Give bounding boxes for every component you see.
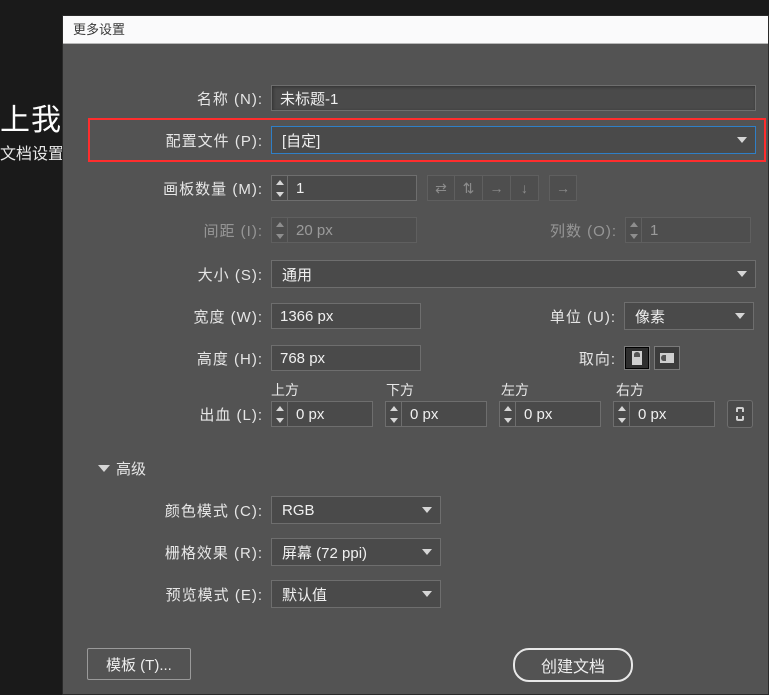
chevron-down-icon [422,507,432,513]
color-mode-dropdown[interactable]: RGB [271,496,441,524]
orientation-portrait-button[interactable] [624,346,650,370]
preview-mode-dropdown[interactable]: 默认值 [271,580,441,608]
more-settings-dialog: 更多设置 名称 (N): 配置文件 (P): [自定] 画板数量 (M): [62,15,769,695]
bleed-right-input[interactable] [629,401,715,427]
bleed-top-spinner[interactable] [271,401,287,427]
profile-value: [自定] [282,130,320,151]
raster-effects-value: 屏幕 (72 ppi) [282,542,367,563]
link-icon [734,406,746,422]
bleed-top-header: 上方 [271,380,386,400]
bleed-label: 出血 (L): [63,404,263,425]
chevron-down-icon [737,137,747,143]
name-label: 名称 (N): [63,88,263,109]
spacing-label: 间距 (I): [63,220,263,241]
preview-mode-value: 默认值 [282,584,327,605]
bleed-bottom-spinner[interactable] [385,401,401,427]
bleed-top-input[interactable] [287,401,373,427]
height-label: 高度 (H): [63,348,263,369]
name-input[interactable] [271,85,756,111]
arrange-col-icon[interactable]: ↓ [511,175,539,201]
welcome-subtext: 文档设置 [0,140,64,164]
grid-by-col-icon[interactable]: ⇅ [455,175,483,201]
bleed-left-input[interactable] [515,401,601,427]
bleed-right-spinner[interactable] [613,401,629,427]
cols-input [641,217,751,243]
bleed-left-spinner[interactable] [499,401,515,427]
chevron-down-icon [737,271,747,277]
landscape-icon [660,353,674,363]
artboard-arrange-group: ⇄ ⇅ → ↓ [427,175,539,201]
color-mode-label: 颜色模式 (C): [63,500,263,521]
chevron-down-icon [735,313,745,319]
create-document-button[interactable]: 创建文档 [513,648,633,682]
bleed-left-header: 左方 [501,380,616,400]
rtl-icon[interactable]: → [549,175,577,201]
artboard-spinner[interactable] [271,175,287,201]
advanced-toggle[interactable]: 高级 [98,458,146,479]
unit-label: 单位 (U): [421,306,616,327]
orientation-label: 取向: [421,348,616,369]
width-label: 宽度 (W): [63,306,263,327]
cols-spinner [625,217,641,243]
bleed-bottom-input[interactable] [401,401,487,427]
chevron-down-icon [422,549,432,555]
unit-value: 像素 [635,306,665,327]
grid-by-row-icon[interactable]: ⇄ [427,175,455,201]
color-mode-value: RGB [282,502,315,519]
size-value: 通用 [282,264,312,285]
raster-effects-dropdown[interactable]: 屏幕 (72 ppi) [271,538,441,566]
profile-dropdown[interactable]: [自定] [271,126,756,154]
artboard-count-label: 画板数量 (M): [63,178,263,199]
spacing-spinner [271,217,287,243]
template-button[interactable]: 模板 (T)... [87,648,191,680]
orientation-landscape-button[interactable] [654,346,680,370]
portrait-icon [632,351,642,365]
spacing-input [287,217,417,243]
artboard-count-input[interactable] [287,175,417,201]
advanced-label: 高级 [116,458,146,479]
dialog-title: 更多设置 [63,16,768,44]
height-input[interactable] [271,345,421,371]
cols-label: 列数 (O): [417,220,617,241]
disclosure-triangle-icon [98,465,110,472]
bleed-bottom-header: 下方 [386,380,501,400]
size-label: 大小 (S): [63,264,263,285]
preview-mode-label: 预览模式 (E): [63,584,263,605]
profile-label: 配置文件 (P): [63,130,263,151]
arrange-row-icon[interactable]: → [483,175,511,201]
bleed-right-header: 右方 [616,380,731,400]
unit-dropdown[interactable]: 像素 [624,302,754,330]
size-dropdown[interactable]: 通用 [271,260,756,288]
raster-effects-label: 栅格效果 (R): [63,542,263,563]
width-input[interactable] [271,303,421,329]
spinner-up-icon[interactable] [272,176,287,188]
welcome-headline: 上我 [0,95,62,139]
bleed-link-button[interactable] [727,400,753,428]
chevron-down-icon [422,591,432,597]
spinner-down-icon[interactable] [272,188,287,200]
